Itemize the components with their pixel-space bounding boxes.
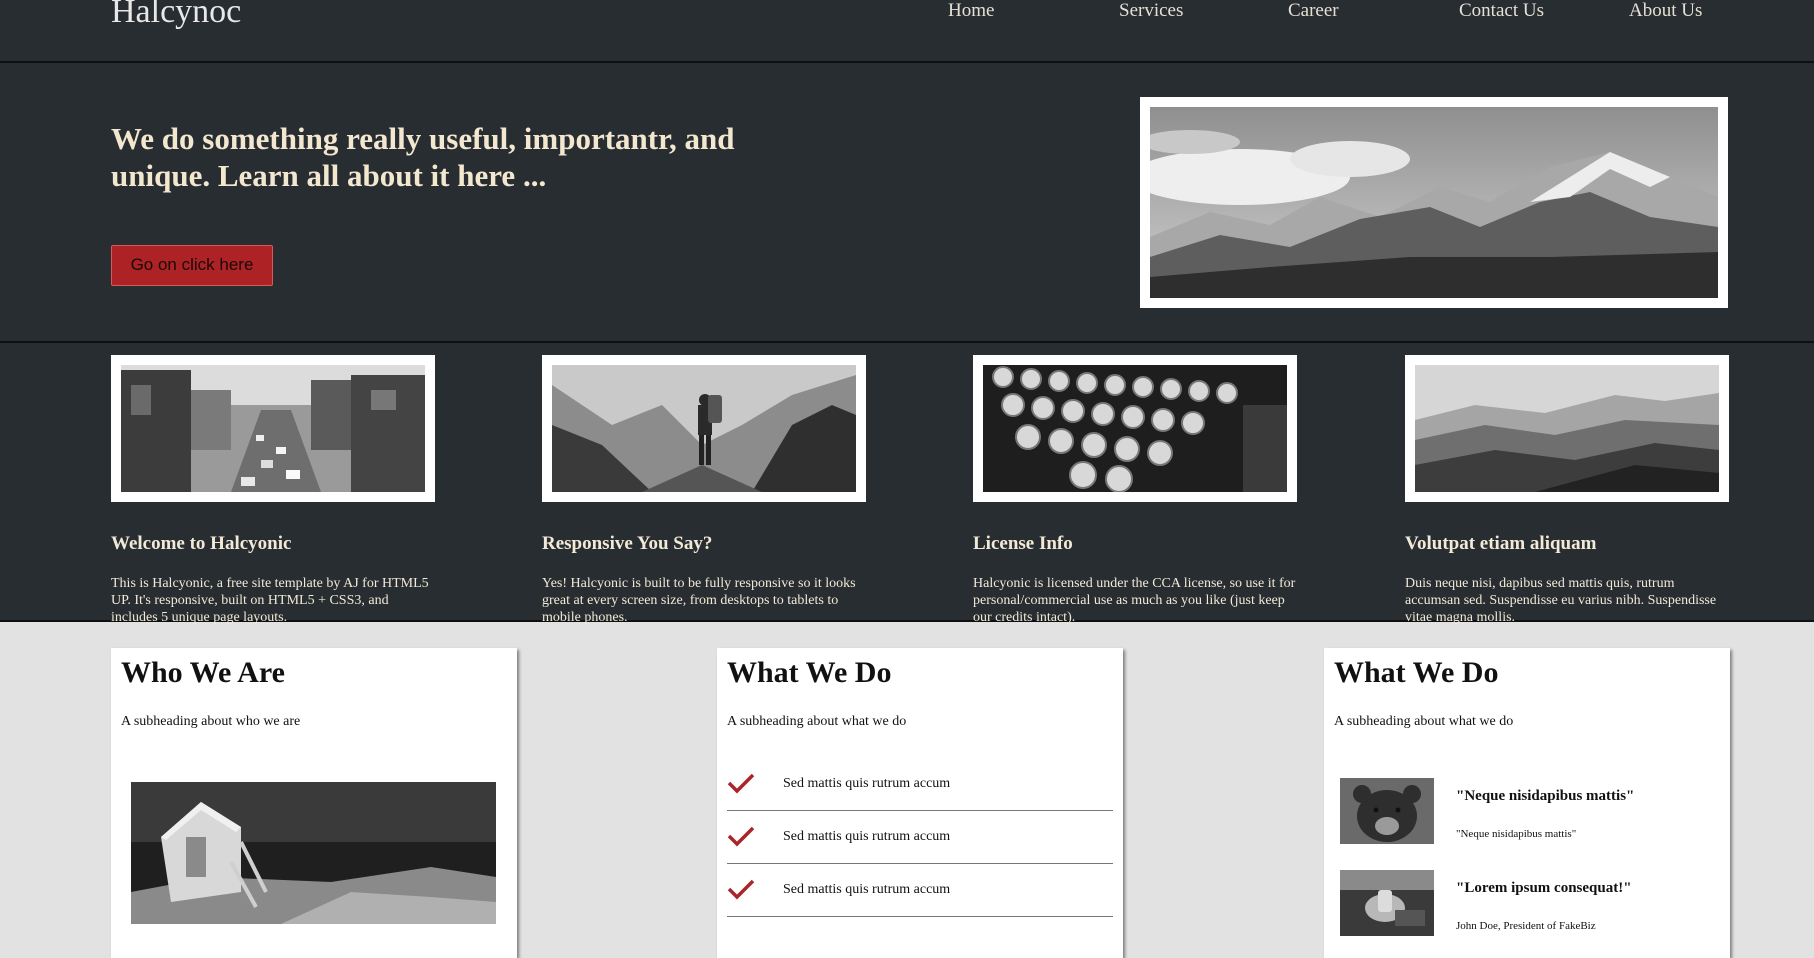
list-item: Sed mattis quis rutrum accum [727,811,1113,864]
feature-text: Halcyonic is licensed under the CCA lice… [973,576,1296,625]
hands-thumbnail [1340,870,1434,936]
card-subtitle: A subheading about what we do [727,714,907,729]
feature-image-frame [973,355,1297,502]
check-icon [727,773,755,794]
check-icon [727,879,755,900]
feature-image-frame [542,355,866,502]
hero-section: We do something really useful, important… [0,63,1814,343]
testimonial-author: "Neque nisidapibus mattis" [1456,828,1577,840]
feature-title: Welcome to Halcyonic [111,533,292,554]
list-item: Sed mattis quis rutrum accum [727,864,1113,917]
what-we-do-card: What We Do A subheading about what we do… [717,648,1123,958]
testimonial-quote: "Lorem ipsum consequat!" [1456,880,1632,896]
hero-heading: We do something really useful, important… [111,121,735,193]
nav-services[interactable]: Services [1119,0,1183,22]
nav-home[interactable]: Home [948,0,994,22]
site-header: Halcynoc Home Services Career Contact Us… [0,0,1814,63]
shed-image [131,782,496,924]
list-item: Sed mattis quis rutrum accum [727,758,1113,811]
bear-thumbnail [1340,778,1434,844]
card-subtitle: A subheading about what we do [1334,714,1514,729]
what-we-do-testimonials-card: What We Do A subheading about what we do… [1324,648,1730,958]
hero-cta-button[interactable]: Go on click here [111,245,273,286]
testimonial-item: "Neque nisidapibus mattis" "Neque nisida… [1340,778,1730,846]
list-item-text: Sed mattis quis rutrum accum [783,776,951,791]
feature-card: Volutpat etiam aliquam Duis neque nisi, … [1405,355,1729,625]
who-we-are-card: Who We Are A subheading about who we are [111,648,517,958]
hero-image-frame [1140,97,1728,308]
nav-about-us[interactable]: About Us [1629,0,1702,22]
feature-text: This is Halcyonic, a free site template … [111,576,429,625]
list-item-text: Sed mattis quis rutrum accum [783,882,951,897]
feature-title: Volutpat etiam aliquam [1405,533,1597,554]
feature-card: License Info Halcyonic is licensed under… [973,355,1297,625]
city-street-image[interactable] [121,365,425,492]
feature-text: Duis neque nisi, dapibus sed mattis quis… [1405,576,1717,625]
hiker-image[interactable] [552,365,856,492]
check-icon [727,826,755,847]
feature-image-frame [111,355,435,502]
site-logo[interactable]: Halcynoc [111,0,241,32]
feature-card: Welcome to Halcyonic This is Halcyonic, … [111,355,435,625]
card-subtitle: A subheading about who we are [121,714,301,729]
feature-text: Yes! Halcyonic is built to be fully resp… [542,576,856,625]
feature-title: Responsive You Say? [542,533,713,554]
nav-career[interactable]: Career [1288,0,1339,22]
feature-title: License Info [973,533,1073,554]
testimonial-author: John Doe, President of FakeBiz [1456,920,1596,932]
card-title: Who We Are [121,656,285,689]
card-title: What We Do [1334,656,1499,689]
valley-image[interactable] [1415,365,1719,492]
testimonial-item: "Lorem ipsum consequat!" John Doe, Presi… [1340,870,1730,938]
feature-image-frame [1405,355,1729,502]
features-section: Welcome to Halcyonic This is Halcyonic, … [0,343,1814,625]
list-item-text: Sed mattis quis rutrum accum [783,829,951,844]
typewriter-image[interactable] [983,365,1287,492]
card-title: What We Do [727,656,892,689]
feature-card: Responsive You Say? Yes! Halcyonic is bu… [542,355,866,625]
testimonial-quote: "Neque nisidapibus mattis" [1456,788,1635,804]
hero-mountain-image [1150,107,1718,298]
nav-contact-us[interactable]: Contact Us [1459,0,1544,22]
